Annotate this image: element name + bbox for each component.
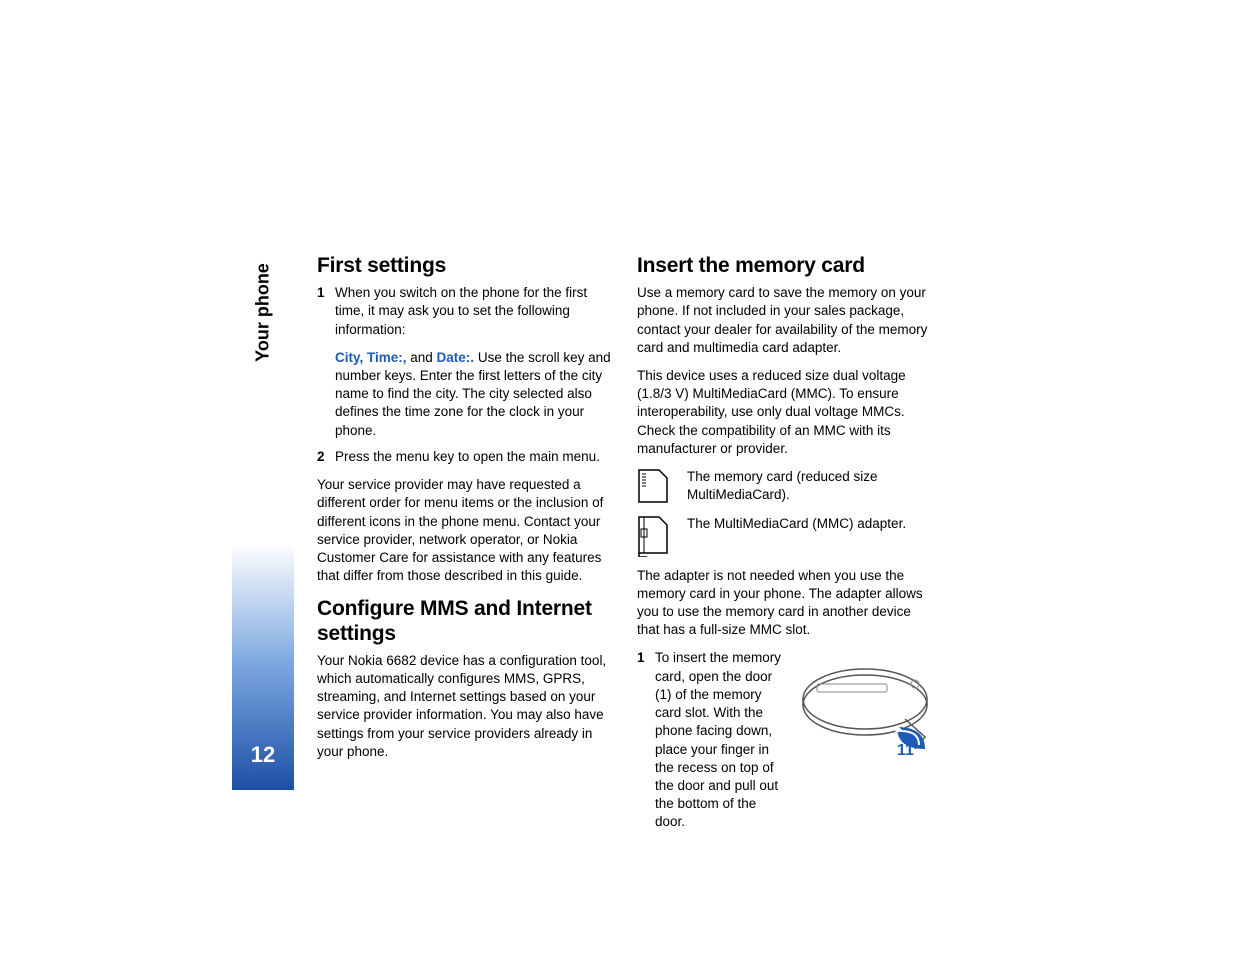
step-number: 1 [637, 649, 655, 831]
sub-paragraph: City, Time:, and Date:. Use the scroll k… [335, 349, 617, 440]
keyword-line: City, Time:, and Date:. Use the scroll k… [335, 349, 617, 440]
icon-label: The MultiMediaCard (MMC) adapter. [687, 515, 937, 533]
keyword: City, Time:, [335, 350, 410, 365]
text: and [410, 350, 436, 365]
paragraph: The adapter is not needed when you use t… [637, 567, 937, 640]
list-item: 1 When you switch on the phone for the f… [317, 284, 617, 339]
list-item: 2 Press the menu key to open the main me… [317, 448, 617, 466]
heading-first-settings: First settings [317, 254, 617, 278]
sidebar: Your phone 12 [232, 172, 294, 790]
memory-card-row: The memory card (reduced size MultiMedia… [637, 468, 937, 504]
paragraph: Your service provider may have requested… [317, 476, 617, 585]
adapter-row: The MultiMediaCard (MMC) adapter. [637, 515, 937, 557]
step-text: To insert the memory card, open the door… [655, 649, 783, 831]
page-number: 12 [251, 742, 275, 768]
icon-label: The memory card (reduced size MultiMedia… [687, 468, 937, 504]
paragraph: Your Nokia 6682 device has a configurati… [317, 652, 617, 761]
phone-figure: 11 [797, 649, 937, 831]
column-right: Insert the memory card Use a memory card… [637, 254, 937, 842]
heading-insert-memory-card: Insert the memory card [637, 254, 937, 278]
step-number: 1 [317, 284, 335, 339]
section-label: Your phone [253, 263, 274, 362]
step-text: When you switch on the phone for the fir… [335, 284, 617, 339]
heading-configure-mms: Configure MMS and Internet settings [317, 597, 617, 645]
figure-number: 11 [897, 742, 914, 759]
step-text: Press the menu key to open the main menu… [335, 448, 617, 466]
paragraph: Use a memory card to save the memory on … [637, 284, 937, 357]
memory-card-icon [637, 468, 669, 504]
list-item: 1 To insert the memory card, open the do… [637, 649, 937, 831]
paragraph: This device uses a reduced size dual vol… [637, 367, 937, 458]
adapter-icon [637, 515, 669, 557]
step-number: 2 [317, 448, 335, 466]
page-content: First settings 1 When you switch on the … [317, 254, 937, 842]
column-left: First settings 1 When you switch on the … [317, 254, 617, 842]
keyword: Date:. [437, 350, 475, 365]
